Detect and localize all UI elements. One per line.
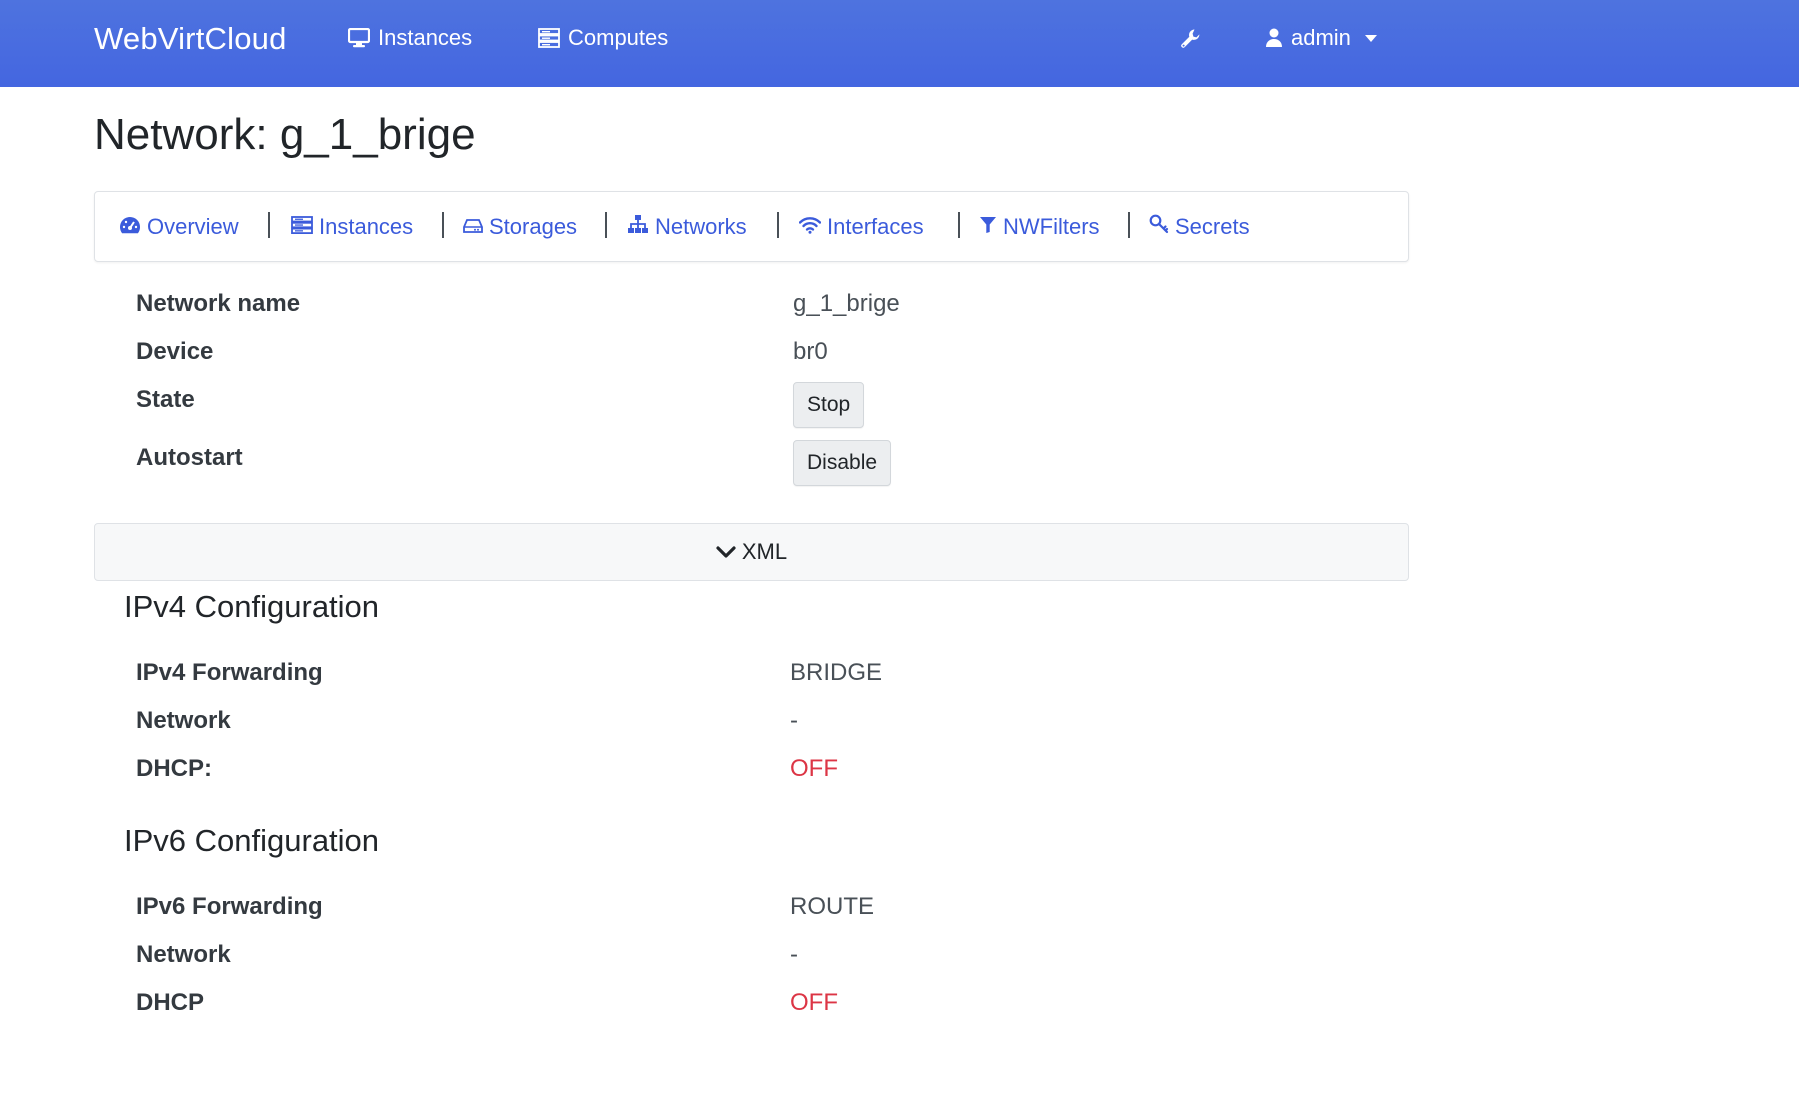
subnav-nwfilters[interactable]: NWFilters	[979, 214, 1100, 240]
page-title: Network: g_1_brige	[94, 110, 476, 159]
chevron-down-icon	[716, 539, 736, 565]
ipv6-dhcp-status: OFF	[790, 989, 838, 1016]
caret-down-icon	[1364, 34, 1377, 42]
ipv4-forwarding-label: IPv4 Forwarding	[136, 659, 323, 686]
subnav-divider	[958, 212, 960, 238]
subnav-divider	[1128, 212, 1130, 238]
ipv6-network-label: Network	[136, 941, 231, 968]
subnav-interfaces[interactable]: Interfaces	[798, 214, 924, 240]
stop-button[interactable]: Stop	[793, 382, 865, 428]
ipv6-network-value: -	[790, 941, 798, 968]
ipv6-dhcp-label: DHCP	[136, 989, 205, 1016]
tachometer-icon	[119, 214, 141, 240]
ipv4-dhcp-status: OFF	[790, 755, 838, 782]
subnav-divider	[605, 212, 607, 238]
server-icon	[291, 214, 313, 240]
ipv4-dhcp-label: DHCP:	[136, 755, 212, 782]
nav-computes-label: Computes	[568, 25, 669, 50]
device-value: br0	[793, 338, 828, 365]
brand-logo[interactable]: WebVirtCloud	[94, 21, 287, 57]
subnav-divider	[777, 212, 779, 238]
subnav-networks-label: Networks	[655, 214, 747, 239]
subnav-secrets[interactable]: Secrets	[1149, 214, 1250, 240]
desktop-icon	[348, 28, 370, 48]
disable-autostart-button[interactable]: Disable	[793, 440, 892, 486]
sub-navigation: Overview Instances Storages Networks Int…	[94, 191, 1409, 262]
user-icon	[1265, 28, 1283, 48]
subnav-storages[interactable]: Storages	[463, 214, 577, 240]
network-name-label: Network name	[136, 290, 301, 317]
ipv4-section-title: IPv4 Configuration	[124, 589, 380, 624]
device-label: Device	[136, 338, 214, 365]
filter-icon	[979, 214, 997, 240]
server-icon	[538, 28, 560, 48]
ipv4-network-label: Network	[136, 707, 231, 734]
subnav-interfaces-label: Interfaces	[827, 214, 924, 239]
ipv6-forwarding-label: IPv6 Forwarding	[136, 893, 323, 920]
ipv6-forwarding-value: ROUTE	[790, 893, 874, 920]
ipv6-section-title: IPv6 Configuration	[124, 823, 380, 858]
user-menu-dropdown[interactable]: admin	[1265, 25, 1377, 51]
nav-instances-label: Instances	[378, 25, 473, 50]
subnav-nwfilters-label: NWFilters	[1003, 214, 1100, 239]
subnav-divider	[268, 212, 270, 238]
nav-instances-link[interactable]: Instances	[348, 25, 472, 51]
nav-computes-link[interactable]: Computes	[538, 25, 668, 51]
wrench-icon	[1180, 28, 1202, 50]
settings-link[interactable]	[1180, 28, 1202, 50]
subnav-networks[interactable]: Networks	[627, 214, 747, 240]
subnav-secrets-label: Secrets	[1175, 214, 1250, 239]
user-name-label: admin	[1291, 25, 1351, 50]
key-icon	[1149, 214, 1169, 240]
hdd-icon	[463, 214, 483, 240]
subnav-instances[interactable]: Instances	[291, 214, 413, 240]
sitemap-icon	[627, 214, 649, 240]
top-navbar: WebVirtCloud Instances Computes admin	[0, 0, 1799, 87]
subnav-overview-label: Overview	[147, 214, 239, 239]
network-name-value: g_1_brige	[793, 290, 900, 317]
subnav-overview[interactable]: Overview	[119, 214, 239, 240]
subnav-storages-label: Storages	[489, 214, 578, 239]
ipv4-network-value: -	[790, 707, 798, 734]
autostart-label: Autostart	[136, 444, 243, 471]
wifi-icon	[798, 214, 822, 240]
state-label: State	[136, 386, 195, 413]
ipv4-forwarding-value: BRIDGE	[790, 659, 883, 686]
subnav-instances-label: Instances	[319, 214, 414, 239]
xml-toggle-label: XML	[741, 539, 788, 564]
subnav-divider	[442, 212, 444, 238]
xml-toggle-button[interactable]: XML	[94, 523, 1409, 581]
